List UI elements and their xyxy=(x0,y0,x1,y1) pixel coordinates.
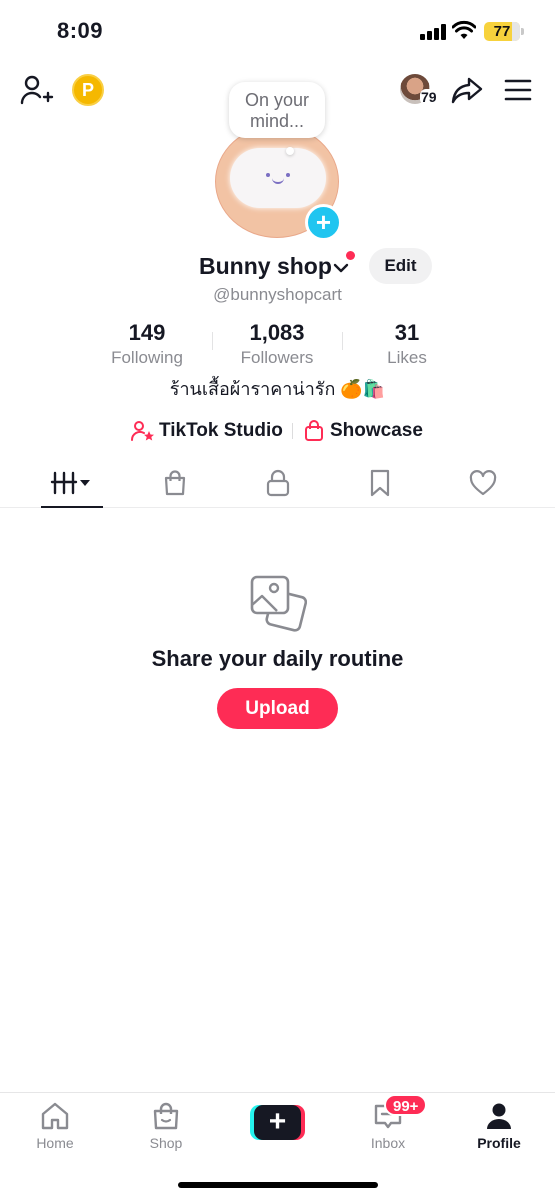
likes-count: 31 xyxy=(394,320,420,345)
upload-button[interactable]: Upload xyxy=(217,688,338,729)
note-line-2: mind... xyxy=(249,111,305,131)
studio-user-star-icon xyxy=(131,421,154,441)
tab-private[interactable] xyxy=(247,458,309,508)
following-label: Following xyxy=(111,348,183,367)
tab-shop[interactable] xyxy=(144,458,206,508)
hamburger-menu-icon xyxy=(504,79,532,101)
notification-dot xyxy=(346,251,355,260)
nav-profile[interactable]: Profile xyxy=(454,1101,544,1157)
followers-count: 1,083 xyxy=(249,320,305,345)
nav-inbox-label: Inbox xyxy=(370,1135,406,1151)
note-bubble[interactable]: On your mind... xyxy=(229,82,325,138)
likes-label: Likes xyxy=(387,348,427,367)
share-profile-button[interactable] xyxy=(450,74,484,106)
menu-button[interactable] xyxy=(503,76,533,104)
share-arrow-icon xyxy=(451,77,483,104)
heart-icon xyxy=(469,470,497,496)
nav-shop[interactable]: Shop xyxy=(121,1101,211,1157)
profile-icon xyxy=(487,1103,511,1129)
status-time: 8:09 xyxy=(57,18,104,43)
tab-liked[interactable] xyxy=(452,458,514,508)
showcase-link[interactable]: Showcase xyxy=(304,416,423,446)
home-indicator xyxy=(178,1182,378,1188)
add-friend-button[interactable] xyxy=(20,74,54,106)
content-tabs xyxy=(0,458,555,508)
chevron-down-icon[interactable] xyxy=(333,260,349,276)
nav-profile-label: Profile xyxy=(477,1135,521,1151)
tiktok-studio-link[interactable]: TikTok Studio xyxy=(131,416,283,446)
status-bar: 8:09 77 xyxy=(0,0,555,62)
tab-videos[interactable] xyxy=(41,458,103,508)
shopping-bag-icon xyxy=(164,470,186,496)
edit-profile-button[interactable]: Edit xyxy=(369,248,432,284)
stat-following[interactable]: 149 Following xyxy=(77,320,217,368)
tiktok-studio-label: TikTok Studio xyxy=(159,420,283,441)
username: @bunnyshopcart xyxy=(213,285,342,304)
active-tab-indicator xyxy=(41,506,103,508)
create-button[interactable]: + xyxy=(250,1105,305,1140)
inbox-badge: 99+ xyxy=(384,1094,428,1116)
nav-home-label: Home xyxy=(36,1135,74,1151)
cloud-avatar-image xyxy=(230,148,326,208)
tab-favorites[interactable] xyxy=(349,458,411,508)
photos-icon xyxy=(250,575,307,632)
nav-shop-label: Shop xyxy=(149,1135,183,1151)
wifi-icon xyxy=(452,20,476,39)
stat-followers[interactable]: 1,083 Followers xyxy=(207,320,347,368)
home-icon xyxy=(41,1102,69,1130)
avatar-add-button[interactable]: + xyxy=(305,204,342,241)
bookmark-icon xyxy=(370,469,390,497)
following-count: 149 xyxy=(128,320,166,345)
signal-icon xyxy=(420,24,446,40)
add-user-icon xyxy=(20,75,54,105)
create-plus-icon: + xyxy=(254,1105,301,1140)
empty-state-title: Share your daily routine xyxy=(151,646,404,671)
battery-percent: 77 xyxy=(493,23,511,40)
followers-label: Followers xyxy=(240,348,314,367)
friends-count: 79 xyxy=(420,89,438,105)
stat-likes[interactable]: 31 Likes xyxy=(337,320,477,368)
shop-bag-icon xyxy=(153,1102,179,1130)
grid-filter-icon xyxy=(50,471,90,495)
battery-icon: 77 xyxy=(484,22,520,41)
coin-button[interactable]: P xyxy=(72,74,104,106)
note-line-1: On your xyxy=(244,90,310,110)
nav-home[interactable]: Home xyxy=(10,1101,100,1157)
showcase-label: Showcase xyxy=(330,420,423,441)
shopping-bag-icon xyxy=(305,420,323,441)
lock-icon xyxy=(266,469,290,497)
profile-bio: ร้านเสื้อผ้าราคาน่ารัก 🍊🛍️ xyxy=(169,379,386,399)
display-name[interactable]: Bunny shop xyxy=(199,253,332,280)
